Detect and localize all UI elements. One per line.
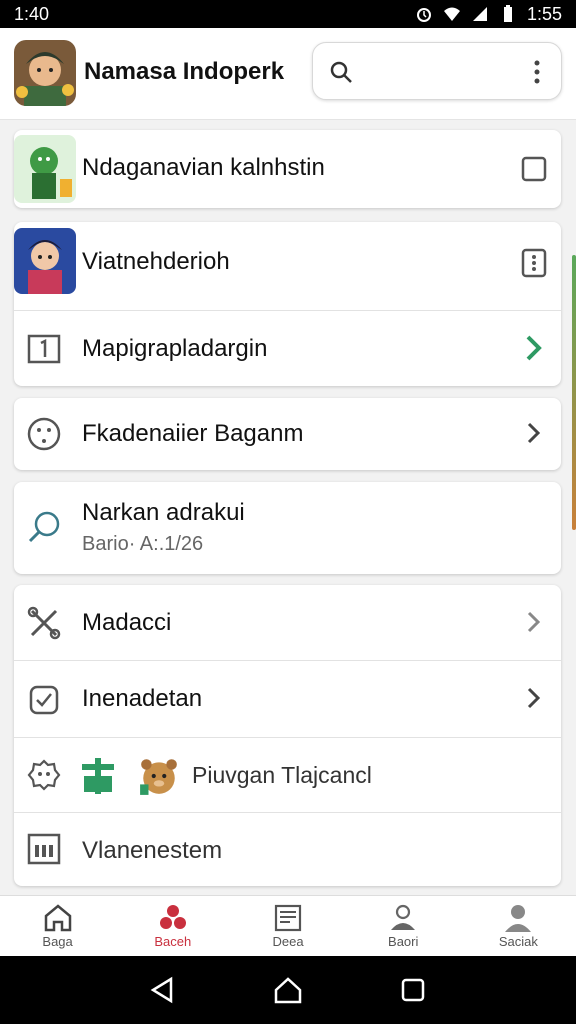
home-icon xyxy=(44,904,71,932)
list-item[interactable]: Ndaganavian kalnhstin xyxy=(14,130,561,208)
search-chat-icon xyxy=(28,511,60,543)
app-avatar[interactable] xyxy=(14,40,76,106)
list-item[interactable]: Fkadenaiier Baganm xyxy=(14,398,561,470)
nav-item-people[interactable]: Baceh xyxy=(115,896,230,956)
nav-label: Baga xyxy=(42,934,73,949)
search-bar[interactable] xyxy=(312,42,562,100)
battery-icon xyxy=(503,5,512,22)
list-item[interactable]: Mapigrapladargin xyxy=(14,311,561,386)
more-vert-icon[interactable] xyxy=(527,58,547,86)
bottom-navigation: Baga Baceh Deea Baori Saciak xyxy=(0,895,576,956)
list-item[interactable]: Narkan adrakui Bario· A:.1/26 xyxy=(14,482,561,574)
status-time-left: 1:40 xyxy=(14,3,50,24)
status-bar: 1:40 1:55 xyxy=(0,0,576,28)
nav-item-account[interactable]: Saciak xyxy=(461,896,576,956)
nav-item-home[interactable]: Baga xyxy=(0,896,115,956)
card-group-1: Viatnehderioh Mapigrapladargin xyxy=(14,222,561,386)
chevron-right-icon[interactable] xyxy=(519,333,549,363)
app-title: Namasa Indoperk xyxy=(84,58,285,85)
smiley-icon xyxy=(27,417,61,451)
status-time-right: 1:55 xyxy=(526,3,562,24)
game-character-avatar-icon xyxy=(14,40,76,106)
card-featured: Ndaganavian kalnhstin xyxy=(14,130,561,208)
gear-face-icon xyxy=(27,759,61,791)
checkbox-icon[interactable] xyxy=(519,154,549,184)
row-label: Narkan adrakui xyxy=(82,499,245,526)
bear-mascot-icon xyxy=(140,759,177,795)
scroll-indicator xyxy=(572,255,576,530)
card-group-4: Madacci Inenadetan Piuvgan Tlajcancl Vla… xyxy=(14,585,561,886)
row-label: Ndaganavian kalnhstin xyxy=(82,154,325,181)
row-label: Inenadetan xyxy=(82,685,203,712)
green-glyph-icon xyxy=(82,758,114,794)
people-icon xyxy=(159,905,186,929)
row-subtitle: Bario· A:.1/26 xyxy=(82,533,204,555)
system-navigation xyxy=(0,956,576,1024)
row-label: Madacci xyxy=(82,609,172,636)
nav-label: Deea xyxy=(272,934,304,949)
nav-item-profile-badge[interactable]: Baori xyxy=(346,896,461,956)
app-header: Namasa Indoperk xyxy=(0,28,576,120)
list-item[interactable]: Vlanenestem xyxy=(14,813,561,886)
tools-icon xyxy=(27,606,61,640)
card-group-3: Narkan adrakui Bario· A:.1/26 xyxy=(14,482,561,574)
item-thumbnail xyxy=(14,228,76,294)
list-item[interactable]: Madacci xyxy=(14,585,561,661)
list-item[interactable]: Inenadetan xyxy=(14,661,561,738)
item-thumbnail xyxy=(14,135,76,203)
row-label: Mapigrapladargin xyxy=(82,335,268,362)
nav-item-news[interactable]: Deea xyxy=(230,896,345,956)
nav-label: Baceh xyxy=(154,934,192,949)
status-icons: 1:55 xyxy=(415,4,562,25)
alarm-icon xyxy=(416,8,431,22)
chevron-right-icon[interactable] xyxy=(519,418,549,448)
list-item[interactable]: Viatnehderioh xyxy=(14,222,561,311)
ninja-character-icon xyxy=(14,228,76,294)
card-group-2: Fkadenaiier Baganm xyxy=(14,398,561,470)
search-icon[interactable] xyxy=(329,60,353,84)
chevron-right-icon[interactable] xyxy=(519,683,549,713)
back-icon[interactable] xyxy=(147,974,179,1006)
row-label: Viatnehderioh xyxy=(82,248,230,275)
green-character-icon xyxy=(14,135,76,203)
person-badge-icon xyxy=(391,904,416,930)
row-label: Fkadenaiier Baganm xyxy=(82,420,304,447)
badge-check-icon xyxy=(29,685,59,715)
chevron-right-icon[interactable] xyxy=(519,607,549,637)
recents-icon[interactable] xyxy=(397,974,429,1006)
row-label: Piuvgan Tlajcancl xyxy=(192,762,372,788)
number-box-icon xyxy=(27,334,61,364)
signal-icon xyxy=(472,7,487,21)
calendar-grid-icon xyxy=(27,833,61,865)
list-item[interactable]: Piuvgan Tlajcancl xyxy=(14,738,561,813)
row-label: Vlanenestem xyxy=(82,837,223,864)
news-icon xyxy=(274,904,302,932)
nav-label: Saciak xyxy=(498,934,538,949)
wifi-icon xyxy=(443,7,460,21)
home-button-icon[interactable] xyxy=(272,974,304,1006)
more-vert-box-icon[interactable] xyxy=(519,248,549,278)
person-icon xyxy=(505,905,532,932)
nav-label: Baori xyxy=(388,934,419,949)
